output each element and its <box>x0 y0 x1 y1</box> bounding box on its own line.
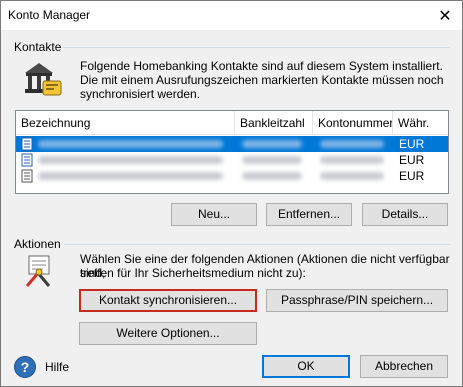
sync-contact-button[interactable]: Kontakt synchronisieren... <box>79 289 257 312</box>
redacted-bankcode <box>242 140 302 148</box>
tools-document-icon <box>19 253 59 289</box>
save-passphrase-button[interactable]: Passphrase/PIN speichern... <box>266 289 448 312</box>
column-header-name[interactable]: Bezeichnung <box>16 111 235 135</box>
ok-button[interactable]: OK <box>262 355 350 378</box>
redacted-bankcode <box>242 172 302 180</box>
redacted-name <box>38 172 223 180</box>
actions-info-line2: treffen für Ihr Sicherheitsmedium nicht … <box>80 266 306 280</box>
bank-building-icon <box>19 59 65 99</box>
list-item[interactable]: EUR <box>16 168 448 184</box>
actions-group-divider <box>64 244 450 245</box>
document-icon <box>21 137 33 151</box>
column-header-bankcode[interactable]: Bankleitzahl <box>235 111 313 135</box>
details-button[interactable]: Details... <box>362 203 448 226</box>
help-label[interactable]: Hilfe <box>45 360 69 374</box>
cancel-button[interactable]: Abbrechen <box>360 355 448 378</box>
contacts-group-divider <box>63 47 450 48</box>
list-item[interactable]: EUR <box>16 136 448 152</box>
contacts-info-line3: synchronisiert werden. <box>80 87 201 101</box>
currency-cell: EUR <box>399 153 425 167</box>
document-icon <box>21 153 33 167</box>
contacts-info-line1: Folgende Homebanking Kontakte sind auf d… <box>80 59 443 73</box>
title-bar: Konto Manager ✕ <box>1 1 462 30</box>
new-contact-button[interactable]: Neu... <box>171 203 257 226</box>
contacts-info-line2: Die mit einem Ausrufungszeichen markiert… <box>80 73 444 87</box>
more-options-button[interactable]: Weitere Optionen... <box>79 322 257 345</box>
currency-cell: EUR <box>399 169 425 183</box>
window-title: Konto Manager <box>8 8 91 22</box>
redacted-accountnumber <box>320 140 384 148</box>
redacted-name <box>38 140 223 148</box>
contacts-group-label: Kontakte <box>14 40 62 54</box>
column-header-currency[interactable]: Währ. <box>393 111 448 135</box>
list-item[interactable]: EUR <box>16 152 448 168</box>
redacted-accountnumber <box>320 172 384 180</box>
actions-group-label: Aktionen <box>14 237 61 251</box>
remove-contact-button[interactable]: Entfernen... <box>266 203 352 226</box>
redacted-name <box>38 156 223 164</box>
currency-cell: EUR <box>399 137 425 151</box>
list-header: Bezeichnung Bankleitzahl Kontonummer Wäh… <box>16 111 448 135</box>
column-header-accountnumber[interactable]: Kontonummer <box>313 111 393 135</box>
konto-manager-dialog: Konto Manager ✕ Kontakte Folgende Homeba… <box>0 0 463 387</box>
help-icon[interactable]: ? <box>14 356 36 378</box>
close-icon[interactable]: ✕ <box>436 7 454 25</box>
document-icon <box>21 169 33 183</box>
contacts-list[interactable]: Bezeichnung Bankleitzahl Kontonummer Wäh… <box>15 110 449 194</box>
redacted-bankcode <box>242 156 302 164</box>
redacted-accountnumber <box>320 156 384 164</box>
